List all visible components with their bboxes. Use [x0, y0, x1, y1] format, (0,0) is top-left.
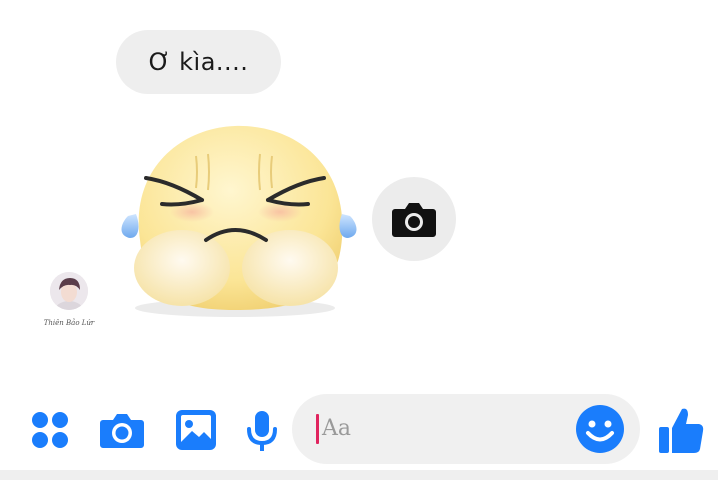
message-input[interactable]: Aa [292, 394, 640, 464]
gallery-button[interactable] [174, 408, 218, 452]
composer-toolbar: Aa [0, 390, 718, 468]
menu-dots-icon [32, 412, 68, 448]
crying-blob-sticker[interactable] [110, 120, 370, 320]
voice-button[interactable] [244, 408, 280, 454]
avatar-caption: Thiên Bảo Lứr [43, 319, 95, 327]
avatar[interactable] [50, 272, 88, 310]
camera-icon [392, 203, 436, 237]
conversation-area: Ơ kìa.... Thiên Bảo Lứr [0, 0, 718, 390]
message-input-placeholder: Aa [322, 416, 352, 441]
smile-icon[interactable] [575, 404, 625, 454]
nav-strip [0, 470, 718, 480]
microphone-icon [247, 411, 277, 451]
camera-icon [100, 414, 144, 448]
message-bubble[interactable]: Ơ kìa.... [116, 30, 281, 94]
menu-button[interactable] [30, 410, 70, 450]
thumbs-up-icon [659, 408, 704, 453]
avatar-image [50, 272, 88, 310]
camera-button[interactable] [372, 177, 456, 261]
like-button[interactable] [656, 404, 706, 456]
text-cursor [316, 414, 319, 444]
message-text: Ơ kìa.... [148, 48, 249, 76]
image-icon [176, 410, 216, 450]
toolbar-camera-button[interactable] [98, 408, 146, 452]
